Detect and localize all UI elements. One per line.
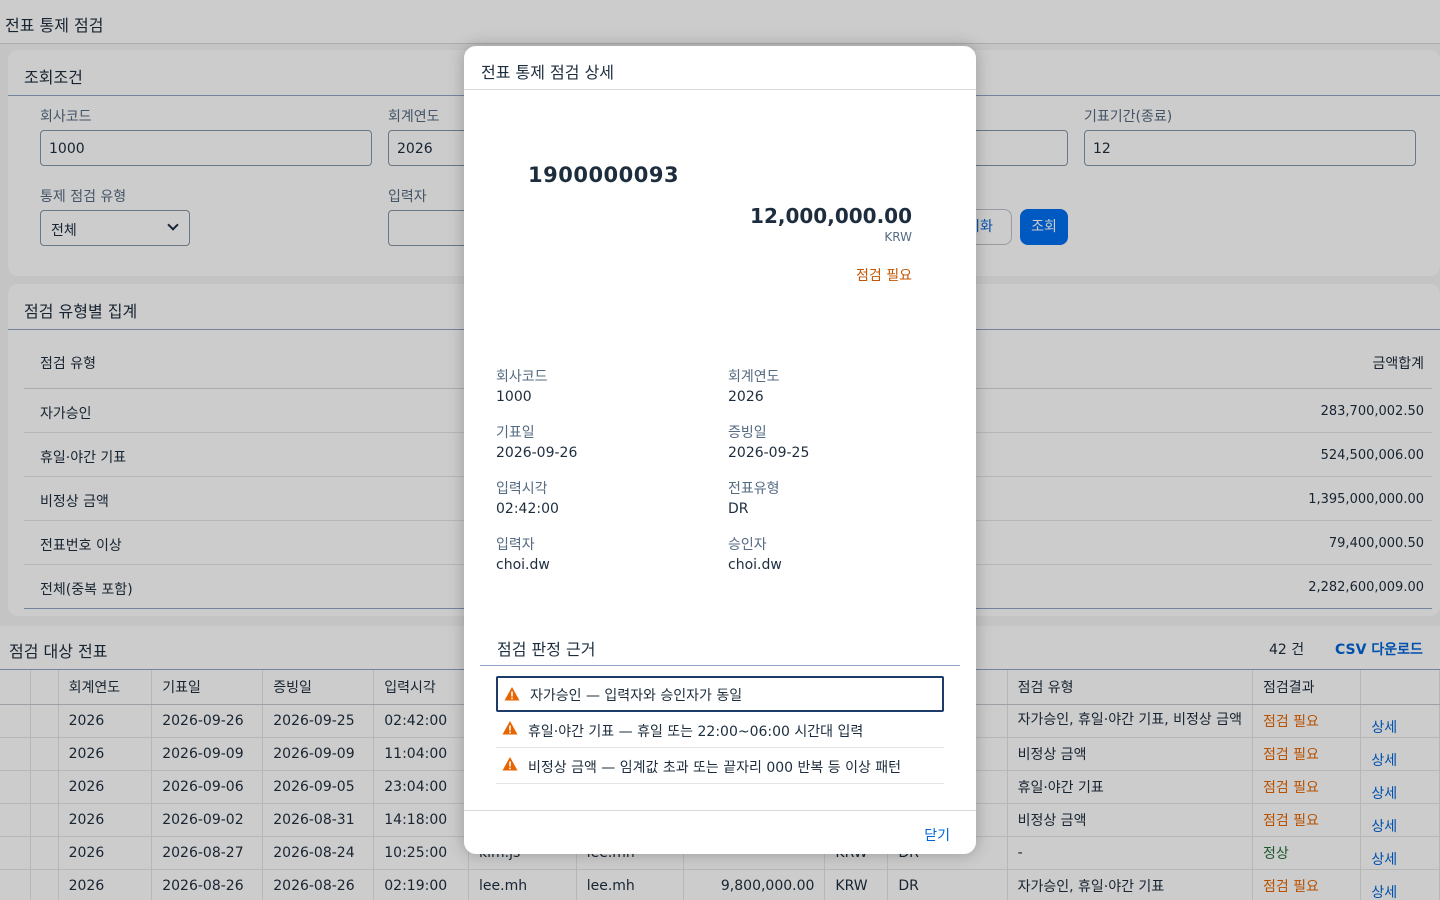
field-label-posting-date: 기표일	[496, 425, 535, 441]
field-value-company-code: 1000	[496, 389, 532, 405]
field-label-entry-time: 입력시각	[496, 481, 548, 497]
close-button[interactable]: 닫기	[924, 825, 950, 845]
warning-icon	[502, 721, 518, 735]
dialog-footer: 닫기	[464, 810, 976, 854]
field-value-approver: choi.dw	[728, 557, 782, 573]
warning-icon	[502, 757, 518, 771]
detail-dialog: 전표 통제 점검 상세 1900000093 12,000,000.00 KRW…	[464, 46, 976, 854]
reason-text: 비정상 금액 — 임계값 초과 또는 끝자리 000 반복 등 이상 패턴	[528, 760, 902, 776]
reasons-header: 점검 판정 근거	[480, 624, 960, 666]
field-label-doc-type: 전표유형	[728, 481, 780, 497]
dialog-header: 전표 통제 점검 상세	[464, 46, 976, 90]
field-label-fiscal-year: 회계연도	[728, 369, 780, 385]
reasons-title: 점검 판정 근거	[497, 640, 596, 659]
reason-item[interactable]: 자가승인 — 입력자와 승인자가 동일	[496, 676, 944, 712]
document-number: 1900000093	[528, 163, 680, 187]
warning-icon	[504, 687, 520, 701]
field-label-entered-by: 입력자	[496, 537, 535, 553]
status-badge: 점검 필요	[856, 268, 912, 284]
document-currency: KRW	[884, 230, 912, 244]
document-amount: 12,000,000.00	[750, 204, 912, 228]
dialog-title: 전표 통제 점검 상세	[481, 63, 615, 82]
field-value-document-date: 2026-09-25	[728, 445, 810, 461]
reason-item[interactable]: 휴일·야간 기표 — 휴일 또는 22:00~06:00 시간대 입력	[496, 712, 944, 748]
field-value-doc-type: DR	[728, 501, 749, 517]
reason-item[interactable]: 비정상 금액 — 임계값 초과 또는 끝자리 000 반복 등 이상 패턴	[496, 748, 944, 784]
field-label-company-code: 회사코드	[496, 369, 548, 385]
field-label-document-date: 증빙일	[728, 425, 767, 441]
field-value-entry-time: 02:42:00	[496, 501, 559, 517]
reason-text: 자가승인 — 입력자와 승인자가 동일	[530, 688, 743, 704]
field-value-posting-date: 2026-09-26	[496, 445, 578, 461]
field-value-entered-by: choi.dw	[496, 557, 550, 573]
field-label-approver: 승인자	[728, 537, 767, 553]
reason-text: 휴일·야간 기표 — 휴일 또는 22:00~06:00 시간대 입력	[528, 724, 864, 740]
field-value-fiscal-year: 2026	[728, 389, 764, 405]
